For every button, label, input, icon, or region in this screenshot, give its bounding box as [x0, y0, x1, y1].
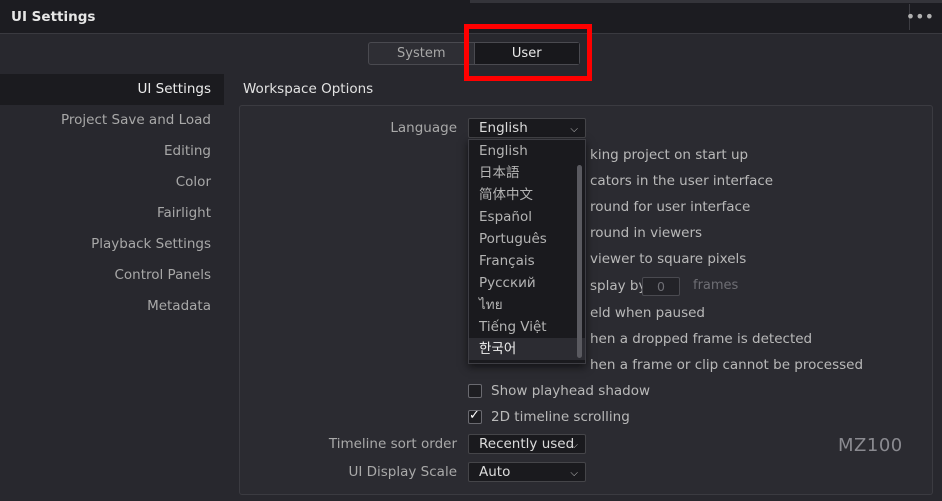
chevron-down-icon: ⌵: [570, 468, 578, 479]
language-dropdown-list: English 日本語 简体中文 Español Português Franç…: [468, 139, 586, 364]
dropdown-scrollbar[interactable]: [577, 165, 582, 358]
chevron-down-icon: ⌵: [570, 124, 578, 135]
ui-display-scale-label: UI Display Scale: [348, 464, 457, 480]
option-ui-background-text: round for user interface: [590, 199, 751, 215]
language-option-french[interactable]: Français: [469, 250, 585, 272]
language-select[interactable]: English ⌵: [468, 118, 586, 138]
option-display-by-text: splay by: [590, 278, 647, 294]
sidebar-item-editing[interactable]: Editing: [0, 136, 224, 167]
chevron-down-icon: ⌵: [570, 440, 578, 451]
sidebar-item-control-panels[interactable]: Control Panels: [0, 260, 224, 291]
watermark-text: MZ100: [838, 435, 903, 456]
language-option-portuguese[interactable]: Português: [469, 228, 585, 250]
sidebar-item-ui-settings[interactable]: UI Settings: [0, 74, 224, 105]
option-frame-not-processed-text: hen a frame or clip cannot be processed: [590, 357, 864, 373]
sidebar-item-playback-settings[interactable]: Playback Settings: [0, 229, 224, 260]
frames-unit-label: frames: [693, 278, 739, 293]
option-viewer-background-text: round in viewers: [590, 225, 703, 241]
section-title: Workspace Options: [243, 81, 374, 97]
sidebar-item-color[interactable]: Color: [0, 167, 224, 198]
title-bar-divider: [470, 0, 942, 3]
language-label: Language: [390, 120, 457, 136]
settings-sidebar: UI Settings Project Save and Load Editin…: [0, 74, 224, 322]
more-options-icon[interactable]: •••: [906, 7, 934, 26]
window-title: UI Settings: [11, 9, 96, 25]
language-option-japanese[interactable]: 日本語: [469, 162, 585, 184]
timeline-2d-scrolling-checkbox[interactable]: [468, 408, 482, 424]
tab-user[interactable]: User: [473, 43, 579, 64]
option-indicators-text: cators in the user interface: [590, 173, 774, 189]
display-frames-input[interactable]: 0: [642, 277, 680, 296]
language-option-vietnamese[interactable]: Tiếng Việt: [469, 316, 585, 338]
option-open-project-text: king project on start up: [590, 147, 749, 163]
language-option-russian[interactable]: Русский: [469, 272, 585, 294]
language-select-value: English: [479, 120, 528, 136]
ui-display-scale-select[interactable]: Auto ⌵: [468, 462, 586, 482]
language-option-thai[interactable]: ไทย: [469, 294, 585, 316]
ui-display-scale-value: Auto: [479, 464, 511, 480]
option-field-paused-text: eld when paused: [590, 305, 705, 321]
timeline-sort-order-value: Recently used: [479, 436, 575, 452]
tab-system[interactable]: System: [369, 43, 474, 64]
timeline-2d-scrolling-label: 2D timeline scrolling: [491, 409, 630, 425]
settings-tabs: System User: [368, 42, 580, 65]
language-option-chinese-simplified[interactable]: 简体中文: [469, 184, 585, 206]
sidebar-item-project-save-and-load[interactable]: Project Save and Load: [0, 105, 224, 136]
timeline-sort-order-label: Timeline sort order: [328, 436, 457, 452]
language-option-spanish[interactable]: Español: [469, 206, 585, 228]
title-bar: UI Settings •••: [0, 0, 942, 34]
sidebar-item-fairlight[interactable]: Fairlight: [0, 198, 224, 229]
language-option-english[interactable]: English: [469, 140, 585, 162]
language-option-korean[interactable]: 한국어: [469, 338, 585, 360]
show-playhead-shadow-label: Show playhead shadow: [491, 383, 651, 399]
option-dropped-frame-text: hen a dropped frame is detected: [590, 331, 813, 347]
show-playhead-shadow-checkbox[interactable]: [468, 384, 482, 398]
sidebar-item-metadata[interactable]: Metadata: [0, 291, 224, 322]
option-square-pixels-text: viewer to square pixels: [590, 251, 747, 267]
timeline-sort-order-select[interactable]: Recently used ⌵: [468, 434, 586, 454]
